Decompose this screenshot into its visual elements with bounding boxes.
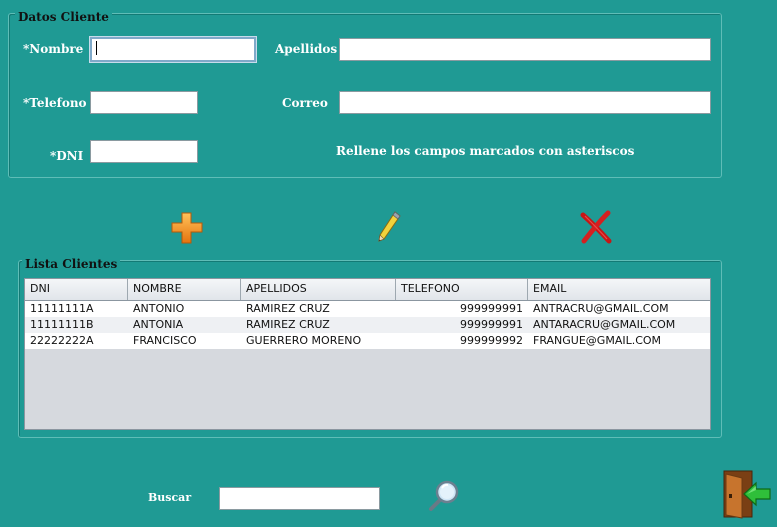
exit-door-icon <box>723 470 771 519</box>
telefono-label: *Telefono <box>23 96 87 110</box>
table-row[interactable]: 11111111B ANTONIA RAMIREZ CRUZ 999999991… <box>25 317 710 333</box>
delete-client-button[interactable] <box>579 210 613 244</box>
x-icon <box>580 210 612 244</box>
correo-field[interactable] <box>339 91 711 114</box>
cell-nombre: FRANCISCO <box>133 334 197 347</box>
column-header-apellidos[interactable]: APELLIDOS <box>241 279 396 300</box>
cell-apellidos: RAMIREZ CRUZ <box>246 318 330 331</box>
cell-dni: 22222222A <box>30 334 94 347</box>
clients-table[interactable]: DNI NOMBRE APELLIDOS TELEFONO EMAIL 1111… <box>24 278 711 430</box>
cell-telefono: 999999991 <box>460 302 523 315</box>
cell-email: ANTRACRU@GMAIL.COM <box>533 302 669 315</box>
text-caret <box>96 41 97 55</box>
search-label: Buscar <box>148 491 192 504</box>
cell-telefono: 999999991 <box>460 318 523 331</box>
dni-label: *DNI <box>50 149 84 163</box>
cell-email: ANTARACRU@GMAIL.COM <box>533 318 676 331</box>
column-header-nombre[interactable]: NOMBRE <box>128 279 241 300</box>
table-row[interactable]: 11111111A ANTONIO RAMIREZ CRUZ 999999991… <box>25 301 710 317</box>
exit-button[interactable] <box>720 468 772 520</box>
cell-apellidos: GUERRERO MORENO <box>246 334 362 347</box>
pencil-icon <box>378 211 401 242</box>
correo-label: Correo <box>282 96 328 110</box>
table-header: DNI NOMBRE APELLIDOS TELEFONO EMAIL <box>25 279 710 301</box>
cell-email: FRANGUE@GMAIL.COM <box>533 334 662 347</box>
dni-field[interactable] <box>90 140 198 163</box>
magnifier-icon <box>429 480 459 511</box>
cell-nombre: ANTONIO <box>133 302 185 315</box>
table-row[interactable]: 22222222A FRANCISCO GUERRERO MORENO 9999… <box>25 333 710 349</box>
cell-dni: 11111111A <box>30 302 94 315</box>
client-data-title: Datos Cliente <box>15 10 112 24</box>
nombre-field[interactable] <box>90 37 256 62</box>
plus-icon <box>171 212 203 244</box>
nombre-label: *Nombre <box>23 42 84 56</box>
column-header-email[interactable]: EMAIL <box>528 279 710 300</box>
apellidos-label: Apellidos <box>275 42 338 56</box>
cell-dni: 11111111B <box>30 318 94 331</box>
search-button[interactable] <box>428 478 462 512</box>
edit-client-button[interactable] <box>375 210 405 244</box>
column-header-dni[interactable]: DNI <box>25 279 128 300</box>
cell-apellidos: RAMIREZ CRUZ <box>246 302 330 315</box>
add-client-button[interactable] <box>170 211 204 245</box>
cell-telefono: 999999992 <box>460 334 523 347</box>
client-list-title: Lista Clientes <box>22 257 121 271</box>
search-input[interactable] <box>219 487 380 510</box>
required-fields-hint: Rellene los campos marcados con asterisc… <box>336 144 635 158</box>
cell-nombre: ANTONIA <box>133 318 184 331</box>
telefono-field[interactable] <box>90 91 198 114</box>
apellidos-field[interactable] <box>339 38 711 61</box>
column-header-telefono[interactable]: TELEFONO <box>396 279 528 300</box>
